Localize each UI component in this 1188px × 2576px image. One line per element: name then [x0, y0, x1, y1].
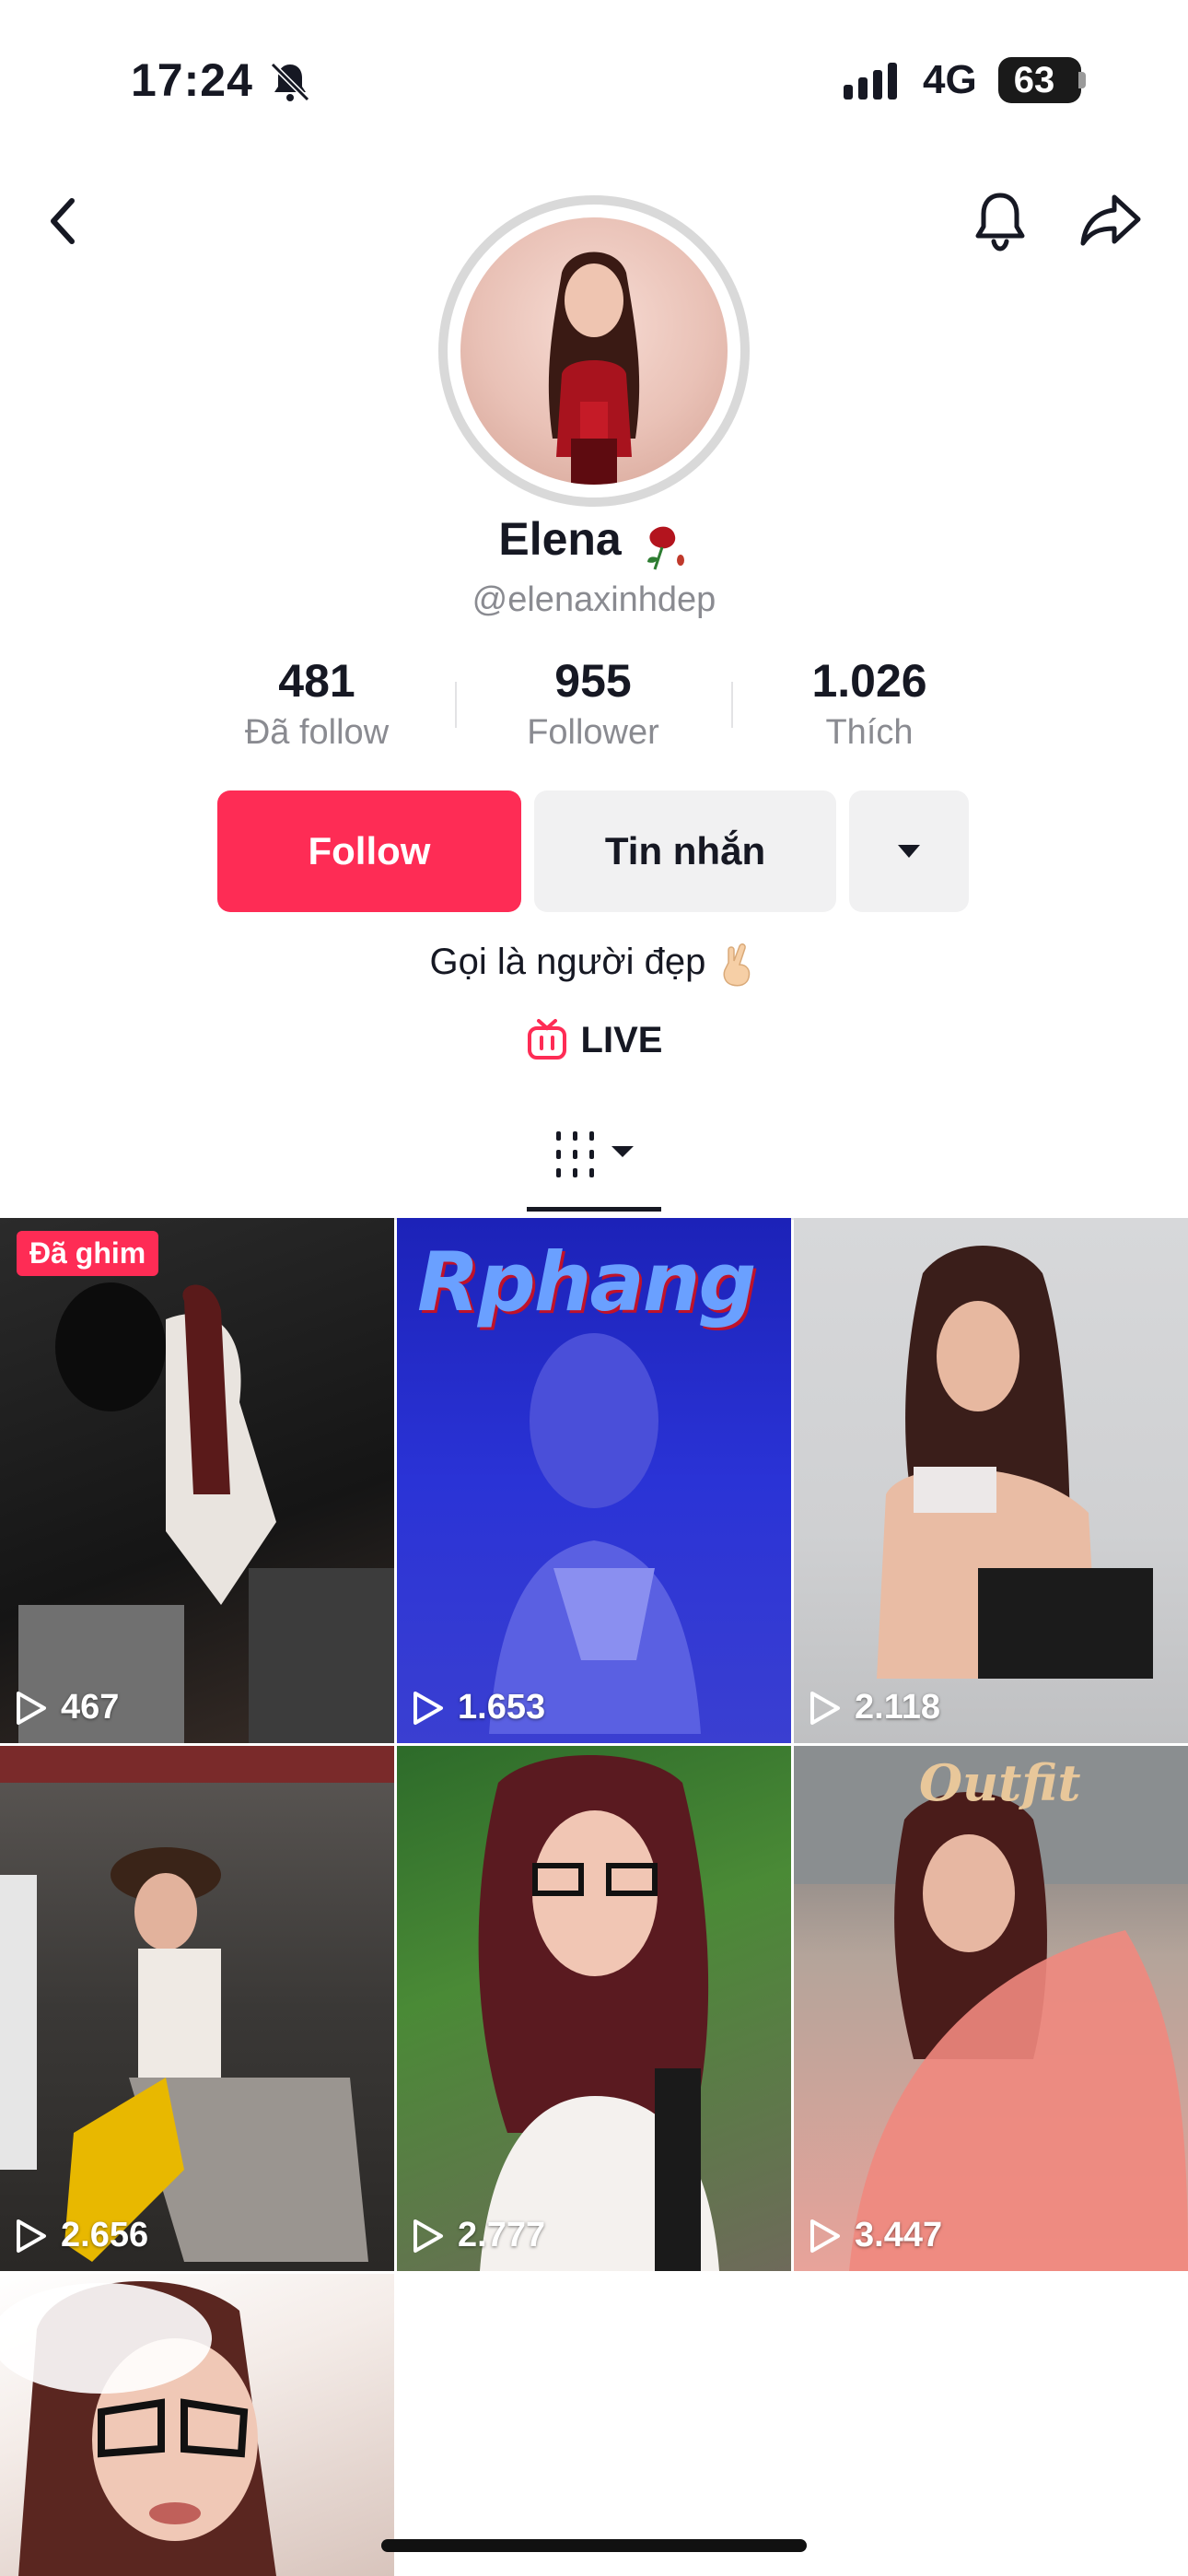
stat-likes-label: Thích [825, 713, 914, 752]
active-tab-indicator [527, 1207, 661, 1212]
network-type: 4G [923, 57, 977, 102]
profile-bio: Gọi là người đẹp [0, 942, 1188, 987]
live-link[interactable]: LIVE [0, 1019, 1188, 1061]
video-thumbnail[interactable] [0, 1218, 394, 1743]
video-views-count: 467 [61, 1688, 120, 1727]
home-indicator[interactable] [381, 2539, 807, 2552]
video-views: 2.118 [809, 1688, 940, 1727]
stat-followers-value: 955 [554, 655, 632, 707]
video-thumbnail[interactable] [397, 1746, 791, 2271]
play-icon [810, 1691, 840, 1725]
battery-level: 63 [1013, 60, 1055, 100]
video-thumbnail[interactable] [794, 1218, 1188, 1743]
video-thumbnail[interactable] [0, 1746, 394, 2271]
more-options-button[interactable] [849, 790, 969, 912]
notification-bell-icon[interactable] [963, 184, 1037, 258]
video-views: 2.656 [15, 2216, 148, 2255]
profile-name: Elena [0, 512, 1188, 570]
stat-likes-value: 1.026 [811, 655, 927, 707]
video-views-count: 2.656 [61, 2216, 149, 2254]
videos-grid-tab-icon[interactable] [551, 1130, 643, 1185]
stat-divider [455, 682, 457, 728]
stat-following[interactable]: 481 Đã follow [197, 654, 437, 753]
avatar[interactable] [460, 217, 728, 485]
stat-divider [731, 682, 733, 728]
video-thumbnail[interactable] [0, 2274, 394, 2576]
crossed-fingers-emoji-icon [716, 943, 758, 987]
stat-following-label: Đã follow [244, 713, 390, 752]
pinned-badge: Đã ghim [17, 1231, 159, 1276]
video-overlay-text: Rphang [417, 1235, 756, 1329]
video-views: 2.777 [412, 2216, 545, 2255]
play-icon [17, 1691, 46, 1725]
video-views: 467 [15, 1688, 119, 1727]
stat-likes[interactable]: 1.026 Thích [750, 654, 989, 753]
live-label: LIVE [580, 1019, 663, 1060]
stat-followers-label: Follower [527, 713, 659, 752]
back-icon[interactable] [28, 184, 101, 258]
battery-tip [1078, 72, 1086, 88]
play-icon [810, 2219, 840, 2253]
play-icon [413, 2219, 443, 2253]
follow-button[interactable]: Follow [217, 790, 521, 912]
video-views-count: 2.777 [458, 2216, 546, 2254]
stat-followers[interactable]: 955 Follower [473, 654, 713, 753]
profile-username: @elenaxinhdep [472, 580, 716, 619]
live-tv-icon [527, 1019, 566, 1060]
video-views-count: 2.118 [855, 1688, 940, 1727]
share-icon[interactable] [1074, 184, 1147, 258]
video-views-count: 3.447 [855, 2216, 943, 2254]
profile-name-text: Elena [498, 513, 622, 565]
status-time: 17:24 [131, 54, 253, 106]
video-views-count: 1.653 [458, 1688, 546, 1727]
video-views: 3.447 [809, 2216, 942, 2255]
video-thumbnail[interactable]: Outfit [794, 1746, 1188, 2271]
video-overlay-text: Outfit [919, 1753, 1081, 1812]
silent-bell-icon [270, 62, 310, 102]
message-button[interactable]: Tin nhắn [534, 790, 836, 912]
play-icon [17, 2219, 46, 2253]
video-views: 1.653 [412, 1688, 545, 1727]
video-thumbnail[interactable]: Rphang [397, 1218, 791, 1743]
stat-following-value: 481 [278, 655, 355, 707]
play-icon [413, 1691, 443, 1725]
profile-bio-text: Gọi là người đẹp [429, 942, 706, 982]
caret-down-icon [898, 845, 920, 858]
rose-emoji-icon [635, 520, 690, 570]
